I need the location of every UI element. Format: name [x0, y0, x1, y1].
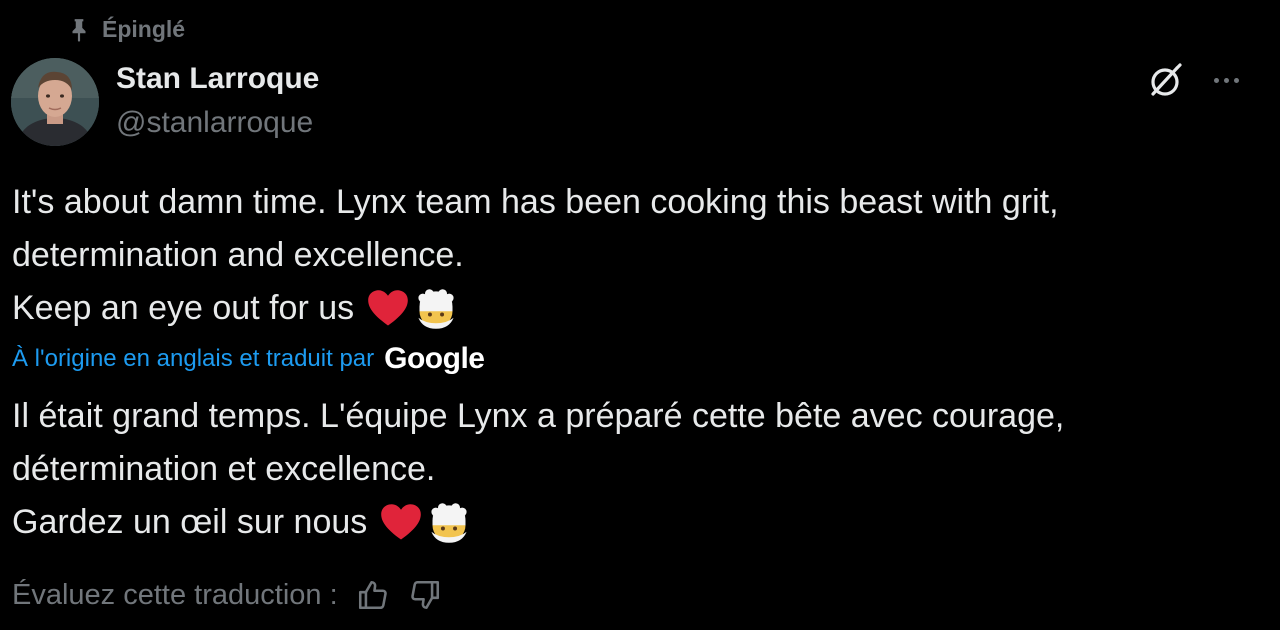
red-heart-emoji [381, 503, 422, 539]
tweet-line: détermination et excellence. [12, 450, 436, 488]
pin-icon [72, 18, 86, 42]
thumbs-down-icon[interactable] [408, 578, 442, 612]
tweet-line: Keep an eye out for us [12, 289, 355, 327]
head-bandage-face-emoji [431, 502, 467, 543]
tweet-translated-text: Il était grand temps. L'équipe Lynx a pr… [12, 390, 1064, 549]
author-name[interactable]: Stan Larroque [116, 62, 319, 96]
tweet-line-with-emoji: Keep an eye out for us [12, 282, 1059, 335]
thumbs-up-icon[interactable] [356, 578, 390, 612]
tweet-line: determination and excellence. [12, 236, 464, 274]
tweet-original-text: It's about damn time. Lynx team has been… [12, 176, 1059, 335]
tweet-line: Gardez un œil sur nous [12, 503, 368, 541]
red-heart-emoji [368, 289, 408, 325]
more-icon[interactable] [1206, 66, 1246, 94]
pinned-label: Épinglé [102, 16, 186, 42]
tweet-line: Il était grand temps. L'équipe Lynx a pr… [12, 397, 1065, 435]
translation-info-link[interactable]: À l'origine en anglais et traduit par [12, 345, 374, 373]
google-logo: Google [384, 342, 485, 375]
tweet-line-with-emoji: Gardez un œil sur nous [12, 496, 1064, 549]
avatar[interactable] [11, 58, 99, 146]
tweet-line: It's about damn time. Lynx team has been… [12, 183, 1059, 221]
rate-translation: Évaluez cette traduction : [12, 578, 442, 612]
author-handle[interactable]: @stanlarroque [116, 106, 313, 140]
pinned-indicator: Épinglé [66, 16, 185, 43]
grok-icon[interactable] [1145, 60, 1185, 100]
head-bandage-face-emoji [418, 288, 454, 329]
translation-note: À l'origine en anglais et traduit par Go… [12, 342, 485, 376]
rate-translation-label: Évaluez cette traduction : [12, 578, 338, 611]
